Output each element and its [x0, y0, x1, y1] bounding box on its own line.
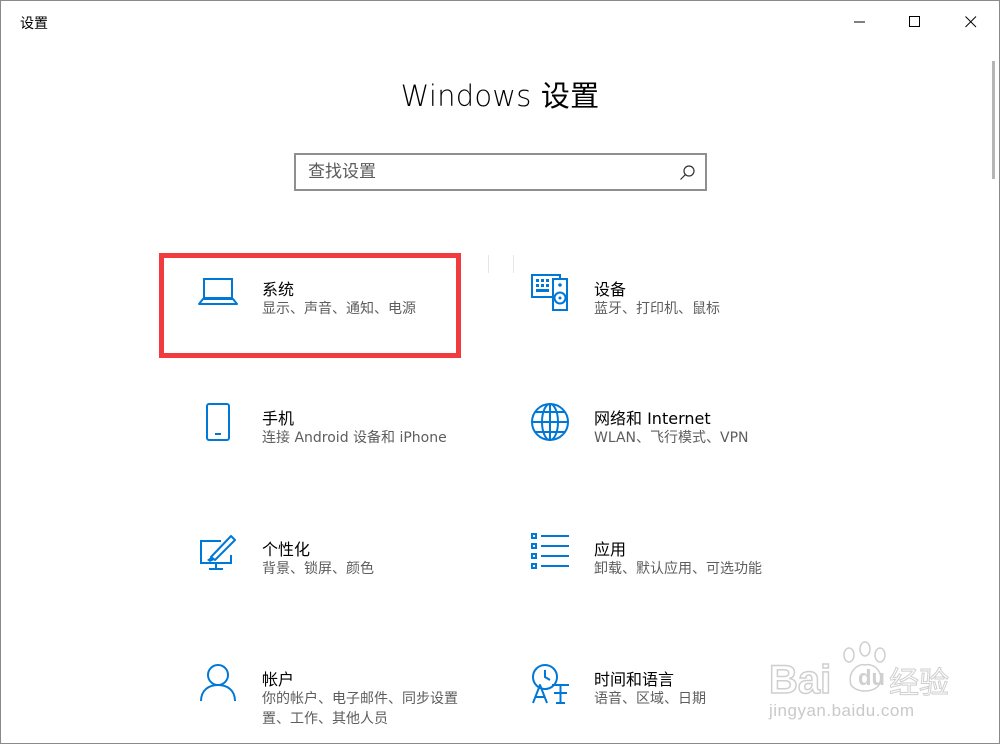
phone-icon	[206, 403, 230, 441]
category-accounts[interactable]: 帐户 你的帐户、电子邮件、同步设置 置、工作、其他人员	[197, 663, 527, 744]
search-input[interactable]	[308, 161, 668, 183]
category-name: 系统	[262, 280, 295, 299]
account-icon	[200, 664, 236, 702]
globe-icon	[531, 403, 569, 441]
category-desc-line1: 你的帐户、电子邮件、同步设置	[262, 691, 458, 707]
category-name: 网络和 Internet	[594, 409, 711, 428]
category-desc: 卸载、默认应用、可选功能	[594, 561, 762, 577]
category-desc: 语音、区域、日期	[594, 691, 706, 707]
tile-hover-edge	[488, 255, 489, 273]
category-name: 时间和语言	[594, 670, 675, 689]
category-name: 设备	[594, 280, 627, 299]
category-apps[interactable]: 应用 卸载、默认应用、可选功能	[529, 533, 859, 633]
category-desc: 蓝牙、打印机、鼠标	[594, 301, 720, 317]
time-language-icon	[532, 664, 569, 704]
svg-text:经验: 经验	[889, 666, 949, 701]
minimize-icon	[854, 21, 865, 23]
devices-icon	[531, 274, 568, 311]
tile-hover-edge	[513, 255, 514, 273]
category-desc: WLAN、飞行模式、VPN	[594, 430, 749, 446]
close-button[interactable]	[948, 1, 994, 43]
window-title: 设置	[20, 16, 48, 32]
category-system[interactable]: 系统 显示、声音、通知、电源	[197, 273, 527, 373]
close-icon	[965, 16, 977, 28]
category-name: 帐户	[262, 670, 295, 689]
category-desc: 背景、锁屏、颜色	[262, 561, 374, 577]
category-devices[interactable]: 设备 蓝牙、打印机、鼠标	[529, 273, 859, 373]
page-title: Windows 设置	[400, 79, 600, 113]
category-network[interactable]: 网络和 Internet WLAN、飞行模式、VPN	[529, 402, 859, 502]
watermark-url: jingyan.baidu.com	[769, 701, 915, 720]
settings-window: 设置 Windows 设置 系统 显示、声音、通知、电源	[0, 0, 1000, 744]
category-desc: 显示、声音、通知、电源	[262, 301, 416, 317]
category-name: 应用	[594, 540, 627, 559]
category-name: 个性化	[262, 540, 311, 559]
maximize-icon	[909, 16, 920, 27]
search-icon[interactable]	[678, 164, 696, 182]
category-personalization[interactable]: 个性化 背景、锁屏、颜色	[197, 533, 527, 633]
search-box[interactable]	[294, 153, 707, 191]
maximize-button[interactable]	[892, 1, 938, 43]
category-name: 手机	[262, 409, 295, 428]
title-bar[interactable]: 设置	[1, 1, 999, 43]
category-desc-line2: 置、工作、其他人员	[262, 711, 388, 727]
category-phone[interactable]: 手机 连接 Android 设备和 iPhone	[197, 402, 527, 502]
apps-list-icon	[531, 533, 569, 569]
minimize-button[interactable]	[837, 1, 883, 43]
personalization-icon	[200, 535, 236, 570]
category-desc: 连接 Android 设备和 iPhone	[262, 430, 447, 446]
laptop-icon	[198, 278, 238, 305]
svg-text:du: du	[858, 665, 885, 690]
